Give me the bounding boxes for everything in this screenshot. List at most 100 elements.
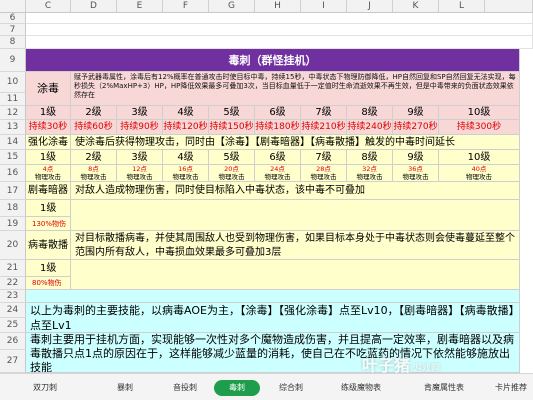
empty-row[interactable] xyxy=(26,24,533,36)
col-header-i[interactable]: I xyxy=(301,0,347,13)
skill-name-cell[interactable]: 涂毒 xyxy=(26,72,71,106)
skill-description-cell[interactable]: 对目标散播病毒，并使其周围敌人也受到物理伤害，如果目标本身处于中毒状态则会使毒蔓… xyxy=(71,231,520,260)
level-cell[interactable]: 6级 xyxy=(255,106,301,120)
level-cell[interactable]: 2级 xyxy=(71,150,117,165)
row-header-12[interactable]: 12 xyxy=(0,106,26,120)
row-header-9[interactable]: 9 xyxy=(0,49,26,72)
row-header-25[interactable]: 25 xyxy=(0,318,26,333)
row-header-14[interactable]: 14 xyxy=(0,135,26,150)
attack-bonus-cell[interactable]: 4点 物理攻击 xyxy=(26,165,71,182)
row-header-24[interactable]: 24 xyxy=(0,303,26,318)
attack-bonus-cell[interactable]: 12点 物理攻击 xyxy=(117,165,163,182)
row-header-6[interactable]: 6 xyxy=(0,13,26,24)
duration-cell[interactable]: 持续90秒 xyxy=(117,120,163,135)
row-header-11[interactable]: 11 xyxy=(0,93,26,106)
attack-bonus-cell[interactable]: 36点 物理攻击 xyxy=(393,165,439,182)
level-cell[interactable]: 9级 xyxy=(393,150,439,165)
level-cell[interactable]: 4级 xyxy=(163,150,209,165)
attack-bonus-cell[interactable]: 20点 物理攻击 xyxy=(209,165,255,182)
level-cell[interactable]: 2级 xyxy=(71,106,117,120)
tab-shuangdao[interactable]: 双刀刺 xyxy=(20,380,70,396)
attack-bonus-cell[interactable]: 28点 物理攻击 xyxy=(301,165,347,182)
duration-cell[interactable]: 持续180秒 xyxy=(255,120,301,135)
level-cell[interactable]: 5级 xyxy=(209,106,255,120)
summary-cell[interactable]: 以上为毒刺的主要技能，以病毒AOE为主，【涂毒】【强化涂毒】点至Lv10，【剧毒… xyxy=(26,303,520,333)
col-header-k[interactable]: K xyxy=(393,0,439,13)
sheet-title-cell[interactable]: 毒刺（群怪挂机） xyxy=(26,49,520,72)
row-header-21[interactable]: 21 xyxy=(0,260,26,277)
level-cell[interactable]: 8级 xyxy=(347,150,393,165)
level-cell[interactable]: 10级 xyxy=(439,150,520,165)
tab-zonghe[interactable]: 综合刺 xyxy=(264,380,318,396)
tab-duci[interactable]: 毒刺 xyxy=(214,380,260,396)
attack-bonus-cell[interactable]: 24点 物理攻击 xyxy=(255,165,301,182)
col-header-h[interactable]: H xyxy=(255,0,301,13)
col-header-l[interactable]: L xyxy=(439,0,485,13)
tab-yintou[interactable]: 音投刺 xyxy=(160,380,210,396)
level-cell[interactable]: 9级 xyxy=(393,106,439,120)
tab-attribute-table[interactable]: 肯魔属性表 xyxy=(410,380,478,396)
skill-name-cell[interactable]: 病毒散播 xyxy=(26,231,71,260)
corner-cell[interactable] xyxy=(0,0,26,13)
col-header-e[interactable]: E xyxy=(117,0,163,13)
duration-cell[interactable]: 持续120秒 xyxy=(163,120,209,135)
duration-cell[interactable]: 持续270秒 xyxy=(393,120,439,135)
level-cell[interactable]: 1级 xyxy=(26,106,71,120)
duration-cell[interactable]: 持续240秒 xyxy=(347,120,393,135)
row-header-19[interactable]: 19 xyxy=(0,217,26,231)
level-cell[interactable]: 3级 xyxy=(117,106,163,120)
skill-name-cell[interactable]: 强化涂毒 xyxy=(26,135,71,150)
row-header-7[interactable]: 7 xyxy=(0,24,26,36)
skill-description-cell[interactable]: 赋予武器毒属性，涂毒后有12%概率在普通攻击时使目标中毒，持续15秒，中毒状态下… xyxy=(71,72,520,106)
damage-pct-cell[interactable]: 80%物伤 xyxy=(26,277,71,290)
col-header-g[interactable]: G xyxy=(209,0,255,13)
level-cell[interactable]: 5级 xyxy=(209,150,255,165)
row-header-8[interactable]: 8 xyxy=(0,36,26,49)
tab-card-recommend[interactable]: 卡片推荐 xyxy=(490,380,532,396)
attack-bonus-cell[interactable]: 40点 物理攻击 xyxy=(439,165,520,182)
col-header-d[interactable]: D xyxy=(71,0,117,13)
duration-cell[interactable]: 持续300秒 xyxy=(439,120,520,135)
blank-cell[interactable] xyxy=(71,260,520,290)
row-header-16[interactable]: 16 xyxy=(0,165,26,182)
spacer-cell[interactable] xyxy=(26,290,520,303)
skill-description-cell[interactable]: 使涂毒后获得物理攻击，同时由【涂毒】【剧毒暗器】【病毒散播】触发的中毒时间延长 xyxy=(71,135,520,150)
duration-cell[interactable]: 持续150秒 xyxy=(209,120,255,135)
row-header-17[interactable]: 17 xyxy=(0,182,26,200)
duration-cell[interactable]: 持续30秒 xyxy=(26,120,71,135)
row-header-15[interactable]: 15 xyxy=(0,150,26,165)
duration-cell[interactable]: 持续60秒 xyxy=(71,120,117,135)
row-header-22[interactable]: 22 xyxy=(0,277,26,290)
level-cell[interactable]: 7级 xyxy=(301,106,347,120)
row-header-23[interactable]: 23 xyxy=(0,290,26,303)
level-cell[interactable]: 1级 xyxy=(26,150,71,165)
col-header-f[interactable]: F xyxy=(163,0,209,13)
skill-description-cell[interactable]: 对敌人造成物理伤害，同时使目标陷入中毒状态，该中毒不可叠加 xyxy=(71,182,520,200)
row-header-18[interactable]: 18 xyxy=(0,200,26,217)
row-header-20[interactable]: 20 xyxy=(0,231,26,260)
level-cell[interactable]: 3级 xyxy=(117,150,163,165)
attack-bonus-cell[interactable]: 16点 物理攻击 xyxy=(163,165,209,182)
skill-name-cell[interactable]: 剧毒暗器 xyxy=(26,182,71,200)
level-cell[interactable]: 4级 xyxy=(163,106,209,120)
row-header-13[interactable]: 13 xyxy=(0,120,26,135)
col-header-c[interactable]: C xyxy=(26,0,71,13)
tab-baoci[interactable]: 暴刺 xyxy=(100,380,150,396)
col-header-m[interactable] xyxy=(485,0,533,13)
damage-pct-cell[interactable]: 130%物伤 xyxy=(26,217,71,231)
level-cell[interactable]: 7级 xyxy=(301,150,347,165)
tab-monster-table[interactable]: 练级魔物表 xyxy=(326,380,396,396)
blank-cell[interactable] xyxy=(71,200,520,231)
row-header-26[interactable]: 26 xyxy=(0,333,26,350)
duration-cell[interactable]: 持续210秒 xyxy=(301,120,347,135)
row-header-10[interactable]: 10 xyxy=(0,72,26,93)
attack-bonus-cell[interactable]: 8点 物理攻击 xyxy=(71,165,117,182)
level-cell[interactable]: 8级 xyxy=(347,106,393,120)
level-cell[interactable]: 6级 xyxy=(255,150,301,165)
empty-row[interactable] xyxy=(26,13,533,24)
level-cell[interactable]: 1级 xyxy=(26,260,71,277)
level-cell[interactable]: 1级 xyxy=(26,200,71,217)
level-cell[interactable]: 10级 xyxy=(439,106,520,120)
col-header-j[interactable]: J xyxy=(347,0,393,13)
attack-bonus-cell[interactable]: 32点 物理攻击 xyxy=(347,165,393,182)
